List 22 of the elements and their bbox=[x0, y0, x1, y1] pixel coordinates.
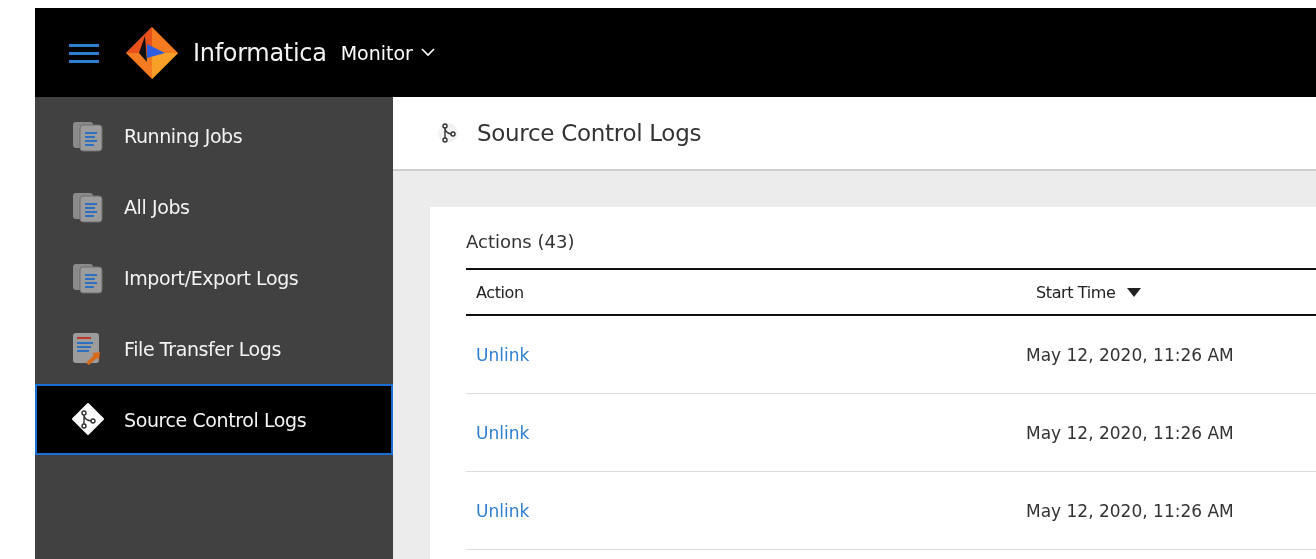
app-switcher[interactable]: Monitor bbox=[340, 41, 435, 64]
action-link[interactable]: Unlink bbox=[476, 344, 530, 365]
column-header[interactable]: Start Time bbox=[1026, 282, 1316, 302]
table-cell-text: May 12, 2020, 11:26 AM bbox=[1026, 500, 1235, 521]
logo-icon bbox=[125, 25, 179, 80]
page-title: Source Control Logs bbox=[477, 120, 702, 146]
branch-icon bbox=[72, 402, 104, 437]
branch-icon bbox=[437, 120, 459, 146]
sidebar-item[interactable]: File Transfer Logs bbox=[35, 313, 393, 384]
table-cell-text: May 12, 2020, 11:26 AM bbox=[1026, 344, 1235, 365]
table-cell-text: May 12, 2020, 11:26 AM bbox=[1026, 422, 1235, 443]
sidebar-item[interactable]: Import/Export Logs bbox=[35, 242, 393, 313]
sidebar-item[interactable]: Running Jobs bbox=[35, 100, 393, 171]
sidebar-item[interactable]: Source Control Logs bbox=[35, 384, 393, 455]
chevron-down-icon bbox=[420, 48, 435, 57]
sort-down-icon bbox=[1127, 287, 1142, 297]
sidebar-item[interactable]: All Jobs bbox=[35, 171, 393, 242]
column-header[interactable]: Action bbox=[466, 282, 1026, 302]
brand-name: Informatica bbox=[193, 38, 327, 67]
action-link[interactable]: Unlink bbox=[476, 422, 530, 443]
action-link[interactable]: Unlink bbox=[476, 500, 530, 521]
table-title: Actions (43) bbox=[466, 231, 575, 252]
